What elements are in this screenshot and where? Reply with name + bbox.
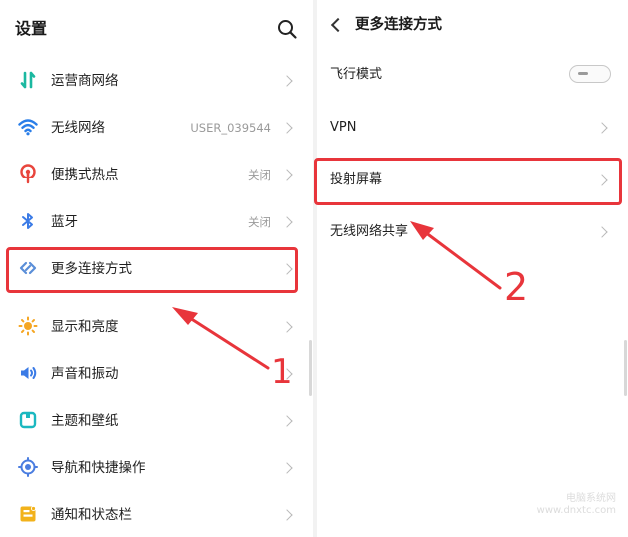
settings-item-label: 蓝牙 (51, 214, 78, 230)
screen-cast-row[interactable]: 投射屏幕 (317, 155, 628, 205)
search-icon[interactable] (276, 18, 298, 40)
chevron-right-icon (281, 509, 293, 521)
settings-header: 设置 (15, 16, 300, 42)
settings-item-navigation[interactable]: 导航和快捷操作 (0, 444, 313, 491)
more-connections-icon (19, 261, 37, 275)
watermark: 电脑系统网 www.dnxtc.com (537, 493, 616, 517)
sun-icon (18, 316, 38, 336)
chevron-right-icon (281, 75, 293, 87)
settings-item-theme[interactable]: 主题和壁纸 (0, 397, 313, 444)
back-arrow-icon[interactable] (330, 17, 346, 33)
airplane-mode-label: 飞行模式 (330, 67, 383, 82)
chevron-right-icon (281, 216, 293, 228)
vpn-row[interactable]: VPN (317, 103, 628, 153)
theme-icon (19, 411, 37, 429)
settings-item-label: 通知和状态栏 (51, 507, 132, 523)
vpn-label: VPN (330, 120, 357, 135)
more-connections-header: 更多连接方式 (317, 14, 628, 38)
more-connections-panel: 更多连接方式 飞行模式 VPN 投射屏幕 无线网络共享 (317, 0, 628, 537)
settings-item-label: 无线网络 (51, 120, 105, 136)
chevron-right-icon (281, 415, 293, 427)
navigation-icon (18, 457, 38, 477)
hotspot-icon (20, 164, 36, 184)
wifi-network-name: USER_039544 (190, 121, 271, 135)
watermark-line1: 电脑系统网 (566, 493, 616, 504)
wifi-icon (18, 119, 38, 136)
settings-item-bluetooth[interactable]: 蓝牙 关闭 (0, 198, 313, 245)
status-value: 关闭 (248, 215, 271, 229)
chevron-right-icon (281, 462, 293, 474)
tethering-row[interactable]: 无线网络共享 (317, 207, 628, 257)
settings-item-label: 导航和快捷操作 (51, 460, 146, 476)
airplane-mode-row[interactable]: 飞行模式 (317, 50, 628, 100)
settings-item-label: 显示和亮度 (51, 319, 119, 335)
notification-icon (20, 506, 36, 522)
tethering-label: 无线网络共享 (330, 224, 409, 239)
chevron-right-icon (281, 263, 293, 275)
chevron-right-icon (281, 321, 293, 333)
chevron-right-icon (596, 174, 608, 186)
screen-cast-label: 投射屏幕 (330, 172, 383, 187)
settings-item-hotspot[interactable]: 便携式热点 关闭 (0, 151, 313, 198)
status-value: 关闭 (248, 168, 271, 182)
chevron-right-icon (596, 122, 608, 134)
chevron-right-icon (281, 169, 293, 181)
scrollbar[interactable] (624, 340, 627, 396)
settings-item-display[interactable]: 显示和亮度 (0, 303, 313, 350)
settings-item-label: 运营商网络 (51, 73, 119, 89)
settings-item-label: 主题和壁纸 (51, 413, 119, 429)
chevron-right-icon (596, 226, 608, 238)
settings-item-label: 声音和振动 (51, 366, 119, 382)
page-title: 更多连接方式 (355, 17, 442, 33)
settings-item-label: 更多连接方式 (51, 261, 132, 277)
settings-item-notifications[interactable]: 通知和状态栏 (0, 491, 313, 537)
page-title: 设置 (15, 19, 48, 38)
airplane-mode-toggle[interactable] (569, 65, 611, 83)
cellular-icon (20, 71, 36, 89)
settings-panel: 设置 运营商网络 无线网络 USER_039544 便携式热点 关闭 蓝牙 关闭… (0, 0, 313, 537)
chevron-right-icon (281, 122, 293, 134)
settings-item-more-connections[interactable]: 更多连接方式 (0, 245, 313, 292)
bluetooth-icon (22, 213, 33, 229)
settings-item-label: 便携式热点 (51, 167, 119, 183)
watermark-line2: www.dnxtc.com (536, 505, 616, 516)
chevron-right-icon (281, 368, 293, 380)
settings-item-carrier[interactable]: 运营商网络 (0, 57, 313, 104)
settings-item-sound[interactable]: 声音和振动 (0, 350, 313, 397)
settings-item-wifi[interactable]: 无线网络 USER_039544 (0, 104, 313, 151)
scrollbar[interactable] (309, 340, 312, 396)
speaker-icon (21, 367, 37, 379)
toggle-knob (578, 72, 588, 75)
